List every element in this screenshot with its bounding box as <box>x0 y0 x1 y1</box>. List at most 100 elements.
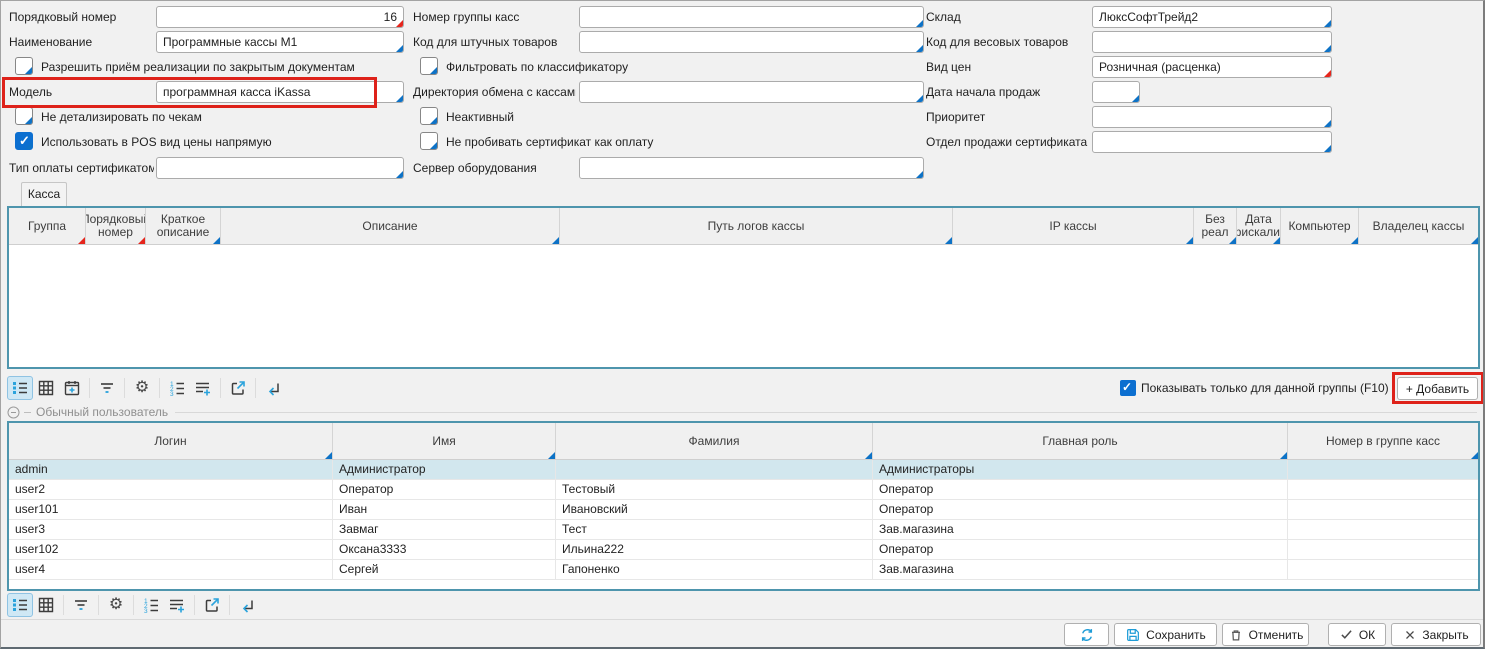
group-header-line <box>175 412 1477 413</box>
cert-pay-type-input[interactable] <box>156 157 404 179</box>
filter-icon <box>98 379 116 397</box>
col-header-first-name[interactable]: Имя <box>333 423 556 459</box>
cell-first-name: Сергей <box>333 560 556 579</box>
cell-group-number <box>1288 480 1478 499</box>
grid-view-button[interactable] <box>33 376 59 400</box>
inactive-checkbox[interactable] <box>420 107 438 125</box>
cash-table-empty-body[interactable] <box>9 245 1478 367</box>
col-header-login[interactable]: Логин <box>9 423 333 459</box>
col-header-group-cash-number[interactable]: Номер в группе касс <box>1288 423 1478 459</box>
reload-button[interactable] <box>260 376 286 400</box>
cell-login: user2 <box>9 480 333 499</box>
col-header-short-descr[interactable]: Краткое описание <box>146 208 221 244</box>
tab-kassa[interactable]: Касса <box>21 182 67 207</box>
ok-label: ОК <box>1359 628 1375 642</box>
price-kind-input[interactable]: Розничная (расценка) <box>1092 56 1332 78</box>
open-window-button[interactable] <box>199 593 225 617</box>
add-list-row-button[interactable] <box>190 376 216 400</box>
reload-button[interactable] <box>234 593 260 617</box>
cell-group-number <box>1288 520 1478 539</box>
grid-view-icon <box>37 596 55 614</box>
table-row[interactable]: admin Администратор Администраторы <box>9 460 1478 480</box>
col-header-ip[interactable]: IP кассы <box>953 208 1194 244</box>
close-button[interactable]: Закрыть <box>1391 623 1481 646</box>
col-header-computer[interactable]: Компьютер <box>1281 208 1359 244</box>
group-header-title: Обычный пользователь <box>36 405 168 419</box>
svg-text:3: 3 <box>170 391 174 397</box>
open-window-button[interactable] <box>225 376 251 400</box>
cell-last-name: Тестовый <box>556 480 873 499</box>
no-cert-as-payment-checkbox[interactable] <box>420 132 438 150</box>
cell-main-role: Администраторы <box>873 460 1288 479</box>
piece-goods-code-label: Код для штучных товаров <box>413 31 576 53</box>
cash-table-header-row: Группа Порядковый номер Краткое описание… <box>9 208 1478 245</box>
show-only-group-checkbox[interactable] <box>1120 380 1136 396</box>
col-header-group[interactable]: Группа <box>9 208 86 244</box>
use-pos-price-checkbox[interactable] <box>15 132 33 150</box>
add-button-label: + Добавить <box>1406 382 1469 396</box>
table-row[interactable]: user2 Оператор Тестовый Оператор <box>9 480 1478 500</box>
model-input[interactable]: программная касса iKassa <box>156 81 404 103</box>
col-header-owner[interactable]: Владелец кассы <box>1359 208 1478 244</box>
col-header-no-sales[interactable]: Без реал <box>1194 208 1237 244</box>
inactive-label: Неактивный <box>446 106 776 128</box>
grid-view-button[interactable] <box>33 593 59 617</box>
settings-button[interactable]: ⚙ <box>129 376 155 400</box>
group-number-input[interactable] <box>579 6 924 28</box>
sale-start-date-label: Дата начала продаж <box>926 81 1089 103</box>
warehouse-input[interactable]: ЛюксСофтТрейд2 <box>1092 6 1332 28</box>
cert-sale-dept-input[interactable] <box>1092 131 1332 153</box>
col-header-description[interactable]: Описание <box>221 208 560 244</box>
filter-classifier-checkbox[interactable] <box>420 57 438 75</box>
collapse-icon[interactable] <box>7 406 20 419</box>
no-detail-checks-checkbox[interactable] <box>15 107 33 125</box>
group-number-label: Номер группы касс <box>413 6 576 28</box>
equipment-server-input[interactable] <box>579 157 924 179</box>
details-view-button[interactable] <box>7 593 33 617</box>
piece-goods-code-input[interactable] <box>579 31 924 53</box>
add-list-row-button[interactable] <box>164 593 190 617</box>
col-header-main-role[interactable]: Главная роль <box>873 423 1288 459</box>
show-only-group-label: Показывать только для данной группы (F10… <box>1141 377 1391 399</box>
filter-button[interactable] <box>68 593 94 617</box>
add-button[interactable]: + Добавить <box>1397 377 1478 400</box>
col-header-seq-number[interactable]: Порядковый номер <box>86 208 146 244</box>
details-view-button[interactable] <box>7 376 33 400</box>
cell-first-name: Администратор <box>333 460 556 479</box>
cell-last-name <box>556 460 873 479</box>
equipment-server-label: Сервер оборудования <box>413 157 576 179</box>
close-label: Закрыть <box>1422 628 1468 642</box>
filter-icon <box>72 596 90 614</box>
numbered-list-button[interactable]: 123 <box>138 593 164 617</box>
priority-input[interactable] <box>1092 106 1332 128</box>
cancel-button[interactable]: Отменить <box>1222 623 1309 646</box>
cell-last-name: Ильина222 <box>556 540 873 559</box>
settings-button[interactable]: ⚙ <box>103 593 129 617</box>
numbered-list-button[interactable]: 123 <box>164 376 190 400</box>
col-header-last-name[interactable]: Фамилия <box>556 423 873 459</box>
table-row[interactable]: user4 Сергей Гапоненко Зав.магазина <box>9 560 1478 580</box>
no-cert-as-payment-label: Не пробивать сертификат как оплату <box>446 131 776 153</box>
weight-goods-code-input[interactable] <box>1092 31 1332 53</box>
refresh-button[interactable] <box>1064 623 1109 646</box>
seq-number-input[interactable]: 16 <box>156 6 404 28</box>
weight-goods-code-label: Код для весовых товаров <box>926 31 1089 53</box>
toolbar-separator <box>194 595 195 615</box>
toolbar-separator <box>124 378 125 398</box>
table-row[interactable]: user101 Иван Ивановский Оператор <box>9 500 1478 520</box>
toolbar-separator <box>220 378 221 398</box>
save-button[interactable]: Сохранить <box>1114 623 1217 646</box>
col-header-log-path[interactable]: Путь логов кассы <box>560 208 953 244</box>
toolbar-separator <box>98 595 99 615</box>
col-header-fiscal-date[interactable]: Дата фискализ <box>1237 208 1281 244</box>
allow-closed-docs-checkbox[interactable] <box>15 57 33 75</box>
filter-button[interactable] <box>94 376 120 400</box>
ok-button[interactable]: ОК <box>1328 623 1386 646</box>
table-row[interactable]: user102 Оксана3333 Ильина222 Оператор <box>9 540 1478 560</box>
cash-registers-table: Группа Порядковый номер Краткое описание… <box>7 206 1480 369</box>
calendar-add-button[interactable] <box>59 376 85 400</box>
name-input[interactable]: Программные кассы М1 <box>156 31 404 53</box>
exchange-dir-input[interactable] <box>579 81 924 103</box>
table-row[interactable]: user3 Завмаг Тест Зав.магазина <box>9 520 1478 540</box>
sale-start-date-input[interactable] <box>1092 81 1140 103</box>
